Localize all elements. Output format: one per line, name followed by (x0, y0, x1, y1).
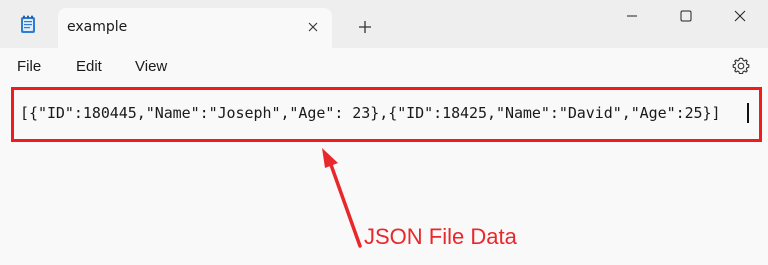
text-caret (747, 103, 749, 123)
minimize-icon[interactable] (604, 0, 660, 32)
plus-icon[interactable] (353, 15, 377, 39)
maximize-icon[interactable] (658, 0, 714, 32)
title-bar: example (0, 0, 768, 48)
menu-view[interactable]: View (135, 58, 167, 75)
notepad-icon (20, 15, 36, 34)
close-icon[interactable] (712, 0, 768, 32)
editor-content[interactable]: [{"ID":180445,"Name":"Joseph","Age": 23}… (20, 104, 721, 122)
tab-title: example (67, 19, 128, 35)
menu-file[interactable]: File (17, 58, 41, 75)
annotation-label: JSON File Data (364, 224, 517, 249)
tab-example[interactable]: example (58, 8, 332, 48)
menu-edit[interactable]: Edit (76, 58, 102, 75)
menu-bar: File Edit View (0, 48, 768, 86)
notepad-window: example File Edit View [{"ID":180445,"Na… (0, 0, 768, 265)
gear-icon[interactable] (731, 56, 751, 76)
tab-close-icon[interactable] (302, 16, 324, 38)
